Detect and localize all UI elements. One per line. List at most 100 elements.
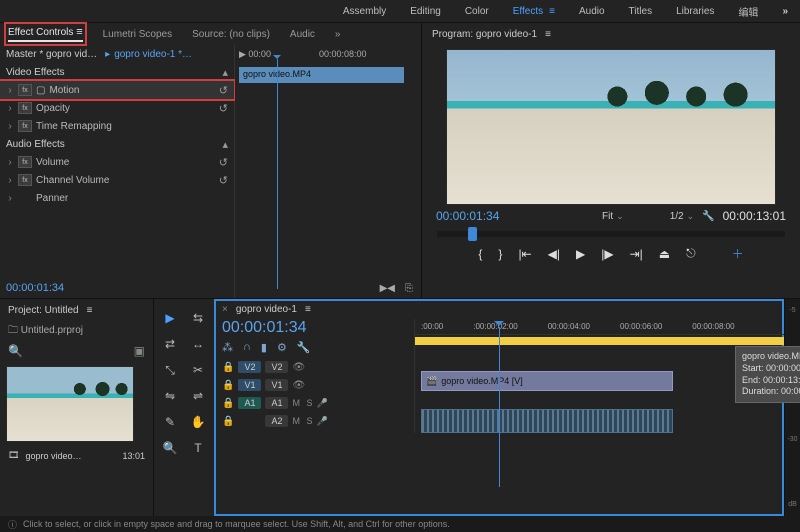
solo-icon[interactable]: S bbox=[306, 398, 312, 408]
track-v2[interactable]: 🔒 V2 V2 👁 bbox=[222, 358, 406, 376]
lift-icon[interactable]: ⏏ bbox=[659, 247, 670, 261]
rolling-tool-icon[interactable]: ↔ bbox=[192, 337, 204, 351]
lock-icon[interactable]: 🔒 bbox=[222, 398, 234, 409]
clip-row[interactable]: 🎞 gopro video… 13:01 bbox=[0, 448, 153, 463]
voice-icon[interactable]: 🎤 bbox=[317, 398, 328, 409]
ws-editing[interactable]: Editing bbox=[410, 6, 441, 17]
ws-effects[interactable]: Effects bbox=[513, 6, 543, 17]
motion-bbox-icon[interactable]: ▢ bbox=[36, 85, 45, 96]
lock-icon[interactable]: 🔒 bbox=[222, 362, 234, 373]
effect-controls-timeline[interactable]: ▶ 00:00 00:00:08:00 gopro video.MP4 ▶◀ ⎘ bbox=[235, 45, 421, 298]
eye-icon[interactable]: 👁 bbox=[292, 362, 305, 373]
fx-badge-icon[interactable]: fx bbox=[18, 102, 32, 114]
timeline-tracks-area[interactable]: :00:00 :00:00:02:00 00:00:04:00 00:00:06… bbox=[414, 319, 784, 433]
snap-icon[interactable]: ⁂ bbox=[222, 341, 233, 354]
add-btn-icon[interactable]: ＋ bbox=[732, 245, 744, 262]
ws-effects-menu-icon[interactable]: ≡ bbox=[549, 6, 555, 17]
step-back-icon[interactable]: ◀| bbox=[548, 247, 560, 261]
mark-in-icon[interactable]: { bbox=[478, 247, 482, 261]
left-tabs-overflow-icon[interactable]: » bbox=[335, 29, 341, 40]
expand-icon[interactable]: › bbox=[6, 85, 14, 96]
track-patch-badge[interactable]: V1 bbox=[265, 379, 288, 391]
reset-icon[interactable]: ↺ bbox=[219, 102, 228, 115]
ec-audio-effects-header[interactable]: Audio Effects ▴ bbox=[0, 135, 234, 153]
type-tool-icon[interactable]: T bbox=[194, 441, 201, 455]
ec-opacity-row[interactable]: › fx Opacity ↺ bbox=[0, 99, 234, 117]
ec-channelvolume-row[interactable]: › fx Channel Volume ↺ bbox=[0, 171, 234, 189]
ws-overflow-icon[interactable]: » bbox=[782, 6, 788, 17]
audio-clip[interactable] bbox=[421, 409, 673, 433]
ws-edit-cn[interactable]: 编辑 bbox=[738, 4, 758, 19]
ws-assembly[interactable]: Assembly bbox=[343, 6, 386, 17]
rate-stretch-tool-icon[interactable]: ⤡ bbox=[165, 363, 175, 378]
eye-icon[interactable]: 👁 bbox=[292, 380, 305, 391]
ec-timecode[interactable]: 00:00:01:34 bbox=[0, 278, 234, 298]
ec-master-row[interactable]: Master * gopro vid… ▸ gopro video-1 *… bbox=[0, 45, 234, 63]
tab-program[interactable]: Program: gopro video-1 bbox=[432, 29, 537, 40]
ec-sequence-dropdown[interactable]: gopro video-1 *… bbox=[114, 49, 192, 60]
track-select-tool-icon[interactable]: ⇆ bbox=[193, 311, 203, 325]
go-in-icon[interactable]: |⇤ bbox=[518, 247, 531, 261]
zoom-fit-dropdown[interactable]: Fit bbox=[602, 211, 624, 222]
slip-tool-icon[interactable]: ⇋ bbox=[165, 389, 175, 403]
fx-badge-icon[interactable]: fx bbox=[18, 174, 32, 186]
settings-icon[interactable]: ⚙ bbox=[277, 341, 287, 354]
track-a1[interactable]: 🔒 A1 A1 M S 🎤 bbox=[222, 394, 406, 412]
reset-icon[interactable]: ↺ bbox=[219, 156, 228, 169]
ws-titles[interactable]: Titles bbox=[629, 6, 653, 17]
tab-lumetri-scopes[interactable]: Lumetri Scopes bbox=[103, 29, 172, 40]
work-area-bar[interactable] bbox=[415, 337, 784, 345]
program-monitor[interactable] bbox=[446, 49, 776, 205]
fx-badge-icon[interactable]: fx bbox=[18, 84, 32, 96]
timeline-ruler[interactable]: :00:00 :00:00:02:00 00:00:04:00 00:00:06… bbox=[415, 319, 784, 335]
track-patch-badge[interactable]: V2 bbox=[265, 361, 288, 373]
fx-badge-icon[interactable]: fx bbox=[18, 156, 32, 168]
tab-audio[interactable]: Audic bbox=[290, 29, 315, 40]
mute-icon[interactable]: M bbox=[292, 398, 302, 408]
collapse-up-icon[interactable]: ▴ bbox=[222, 138, 228, 151]
program-tc-current[interactable]: 00:00:01:34 bbox=[436, 209, 499, 223]
ec-video-effects-header[interactable]: Video Effects ▴ bbox=[0, 63, 234, 81]
panel-menu-icon[interactable]: ≡ bbox=[305, 304, 311, 315]
track-patch-badge[interactable]: A2 bbox=[265, 415, 288, 427]
clip-thumbnail[interactable] bbox=[6, 366, 134, 442]
panel-menu-icon[interactable]: ≡ bbox=[76, 26, 82, 38]
collapse-up-icon[interactable]: ▴ bbox=[222, 66, 228, 79]
voice-icon[interactable]: 🎤 bbox=[317, 416, 328, 427]
shuttle-icon[interactable]: ▶◀ bbox=[380, 283, 395, 294]
marker-icon[interactable]: ▮ bbox=[261, 341, 267, 354]
lock-icon[interactable]: 🔒 bbox=[222, 380, 234, 391]
tab-sequence[interactable]: gopro video-1 bbox=[236, 304, 297, 315]
mark-out-icon[interactable]: } bbox=[498, 247, 502, 261]
track-v1[interactable]: 🔒 V1 V1 👁 bbox=[222, 376, 406, 394]
ec-volume-row[interactable]: › fx Volume ↺ bbox=[0, 153, 234, 171]
wrench-icon[interactable]: 🔧 bbox=[297, 341, 311, 354]
export-frame-icon[interactable]: ⎘ bbox=[405, 283, 413, 294]
zoom-tool-icon[interactable]: 🔍 bbox=[163, 441, 178, 455]
step-fwd-icon[interactable]: |▶ bbox=[601, 247, 613, 261]
ws-color[interactable]: Color bbox=[465, 6, 489, 17]
panel-menu-icon[interactable]: ≡ bbox=[87, 305, 93, 316]
program-scrubber[interactable] bbox=[437, 231, 785, 237]
linked-selection-icon[interactable]: ∩ bbox=[243, 341, 251, 354]
reset-icon[interactable]: ↺ bbox=[219, 84, 228, 97]
ec-clip-bar[interactable]: gopro video.MP4 bbox=[239, 67, 404, 83]
ws-audio[interactable]: Audio bbox=[579, 6, 605, 17]
go-out-icon[interactable]: ⇥| bbox=[630, 247, 643, 261]
settings-wrench-icon[interactable]: 🔧 bbox=[702, 211, 714, 222]
tab-project[interactable]: Project: Untitled bbox=[8, 305, 79, 316]
solo-icon[interactable]: S bbox=[306, 416, 312, 426]
filter-icon[interactable]: ▣ bbox=[134, 344, 145, 358]
play-icon[interactable]: ▶ bbox=[576, 247, 585, 261]
ws-libraries[interactable]: Libraries bbox=[676, 6, 714, 17]
slide-tool-icon[interactable]: ⇌ bbox=[193, 389, 203, 403]
selection-tool-icon[interactable]: ▶ bbox=[165, 311, 174, 325]
ec-panner-row[interactable]: › fx Panner bbox=[0, 189, 234, 207]
track-src-badge[interactable]: A1 bbox=[238, 397, 261, 409]
timeline-timecode[interactable]: 00:00:01:34 bbox=[222, 319, 406, 337]
track-src-badge[interactable]: V1 bbox=[238, 379, 261, 391]
panel-menu-icon[interactable]: ≡ bbox=[545, 29, 551, 40]
tab-effect-controls[interactable]: Effect Controls ≡ bbox=[8, 26, 83, 42]
search-icon[interactable]: 🔍 bbox=[8, 344, 23, 358]
ec-playhead[interactable] bbox=[277, 59, 278, 289]
